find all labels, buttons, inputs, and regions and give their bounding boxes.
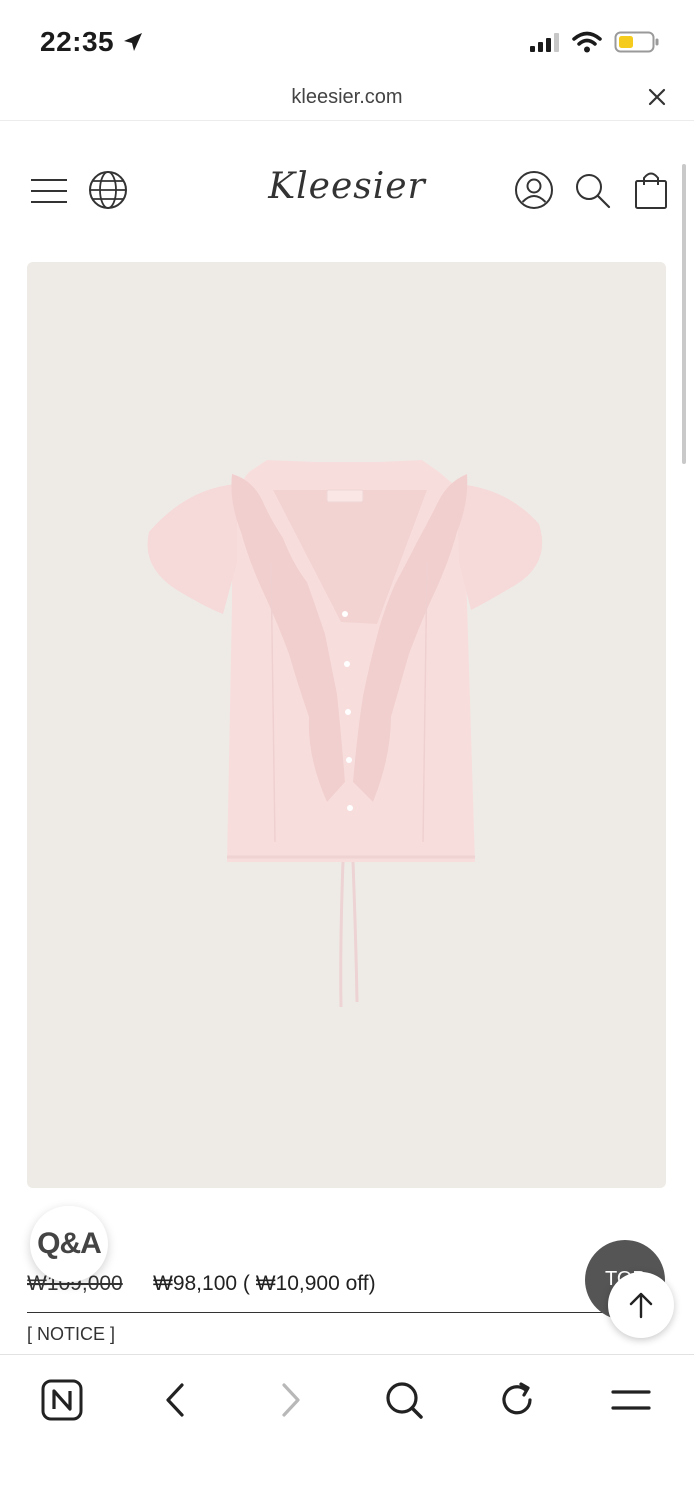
forward-button[interactable] xyxy=(268,1377,314,1423)
status-indicators xyxy=(528,30,660,54)
status-time: 22:35 xyxy=(40,26,144,58)
pink-ruffle-blouse-illustration xyxy=(147,460,543,1008)
location-arrow-icon xyxy=(124,33,143,51)
forward-icon xyxy=(282,1383,300,1417)
wifi-icon xyxy=(572,31,602,53)
url-text[interactable]: kleesier.com xyxy=(0,86,694,109)
sale-price: ₩98,100 ( ₩10,900 off) xyxy=(153,1272,376,1295)
product-image[interactable] xyxy=(27,262,666,1188)
site-header: Kleesier xyxy=(0,160,694,222)
battery-icon xyxy=(614,31,659,53)
signal-icon xyxy=(530,33,559,52)
back-icon xyxy=(166,1383,184,1417)
address-bar[interactable]: kleesier.com xyxy=(0,76,694,121)
search-button[interactable] xyxy=(381,1377,427,1423)
search-icon xyxy=(386,1382,423,1419)
time-text: 22:35 xyxy=(40,26,115,57)
notice-heading: [ NOTICE ] xyxy=(27,1324,116,1344)
refresh-icon xyxy=(502,1382,532,1415)
back-button[interactable] xyxy=(152,1377,198,1423)
qa-label: Q&A xyxy=(37,1227,102,1260)
menu-icon xyxy=(611,1390,651,1410)
price-row: ₩109,000 ₩98,100 ( ₩10,900 off) xyxy=(27,1270,627,1313)
naver-home-icon xyxy=(41,1379,83,1421)
page-scrollbar[interactable] xyxy=(682,164,686,464)
account-icon[interactable] xyxy=(514,170,554,210)
qa-button[interactable]: Q&A xyxy=(30,1206,108,1282)
refresh-button[interactable] xyxy=(494,1377,540,1423)
browser-toolbar xyxy=(0,1354,694,1501)
arrow-up-icon xyxy=(629,1292,653,1319)
menu-button[interactable] xyxy=(608,1377,654,1423)
shopping-bag-icon[interactable] xyxy=(634,170,668,210)
naver-home-button[interactable] xyxy=(39,1377,85,1423)
scroll-up-button[interactable] xyxy=(608,1272,674,1338)
close-icon[interactable] xyxy=(646,86,668,108)
search-icon[interactable] xyxy=(574,172,612,210)
